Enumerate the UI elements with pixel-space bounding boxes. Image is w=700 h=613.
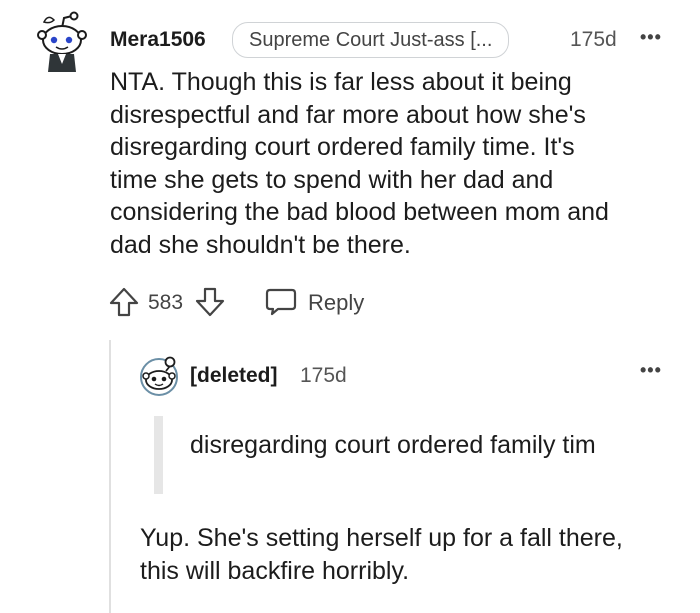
more-options-button[interactable]: ••• (640, 27, 662, 48)
upvote-arrow-icon[interactable] (108, 286, 140, 318)
snoo-avatar-icon[interactable] (34, 10, 90, 72)
reply-button[interactable]: Reply (264, 284, 374, 320)
comment-body-line: considering the bad blood between mom an… (110, 198, 609, 226)
thread-line[interactable] (109, 340, 111, 613)
comment-author[interactable]: Mera1506 (110, 28, 206, 52)
reply-body: Yup. She's setting herself up for a fall… (140, 522, 695, 587)
reply-label: Reply (308, 290, 365, 315)
quoted-text: disregarding court ordered family tim (190, 431, 596, 459)
reply-body-line: this will backfire horribly. (140, 556, 410, 585)
comment-body-line: time she gets to spend with her dad and (110, 165, 554, 194)
reply-more-options-button[interactable]: ••• (640, 360, 662, 381)
quote-bar (154, 416, 163, 494)
comment-body-line: NTA. Though this is far less about it be… (110, 68, 572, 96)
downvote-arrow-icon[interactable] (194, 286, 226, 318)
user-flair: Supreme Court Just-ass [... (232, 22, 510, 58)
speech-bubble-icon (264, 287, 298, 317)
comment-body-line: disrespectful and far more about how she… (110, 100, 586, 129)
vote-score: 583 (148, 291, 184, 314)
deleted-user-avatar-icon[interactable] (138, 356, 180, 396)
reply-body-line: Yup. She's setting herself up for a fall… (140, 524, 623, 552)
comment-age: 175d (570, 28, 617, 51)
comment-body: NTA. Though this is far less about it be… (110, 66, 690, 261)
comment-body-line: dad she shouldn't be there. (110, 230, 411, 259)
comment-body-line: disregarding court ordered family time. … (110, 133, 575, 161)
reply-author[interactable]: [deleted] (190, 364, 278, 388)
reply-age: 175d (300, 364, 347, 387)
